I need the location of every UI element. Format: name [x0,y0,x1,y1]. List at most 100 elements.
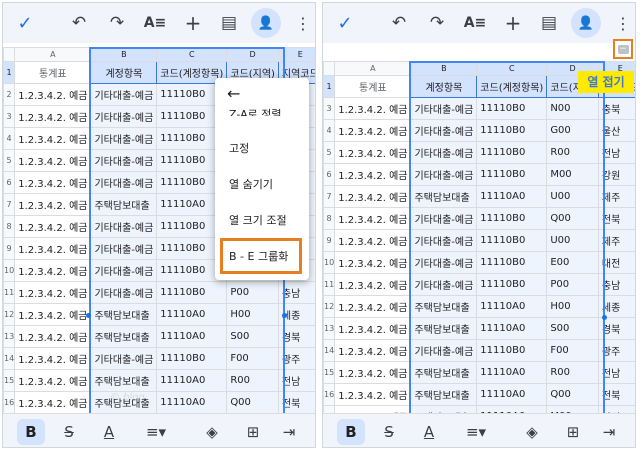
cell-c[interactable]: 11110B0 [476,141,548,164]
bold-icon[interactable]: B [17,419,45,445]
exit-column-icon[interactable]: ⇥ [599,422,619,442]
cell-e[interactable]: 전북 [277,391,315,413]
row-number[interactable]: 16 [323,383,336,406]
cell-c[interactable]: 11110B0 [476,273,548,296]
redo-icon[interactable]: ↷ [105,11,129,35]
row-number[interactable]: 9 [323,229,336,252]
menu-item-freeze[interactable]: 고정 [229,140,249,156]
column-header-a[interactable]: A [14,47,92,62]
collapse-group-button[interactable]: − [613,39,633,59]
cell-e[interactable]: 충남 [277,281,315,304]
column-header-b[interactable]: B [90,47,158,62]
undo-icon[interactable]: ↶ [67,11,91,35]
cell-a[interactable]: 1.2.3.4.2. 예금 [334,207,412,230]
cell-a[interactable]: 1.2.3.4.2. 예금 [334,361,412,384]
cell-a[interactable]: 1.2.3.4.2. 예금 [14,259,92,282]
cell-d[interactable]: S00 [546,317,599,340]
header-cell[interactable]: 통계표 [334,75,412,98]
cell-a[interactable]: 1.2.3.4.2. 예금 [334,97,412,120]
cell-e[interactable]: 전남 [277,369,315,392]
cell-a[interactable]: 1.2.3.4.2. 예금 [14,171,92,194]
cell-a[interactable]: 1.2.3.4.2. 예금 [14,325,92,348]
cell-a[interactable]: 1.2.3.4.2. 예금 [334,141,412,164]
row-number[interactable]: 14 [323,339,336,362]
selection-handle[interactable] [282,313,287,318]
cell-a[interactable]: 1.2.3.4.2. 예금 [334,383,412,406]
insert-plus-icon[interactable]: + [181,11,205,35]
row-number[interactable]: 9 [3,237,16,260]
cell-b[interactable]: 기타대출-예금 [90,281,158,304]
cell-d[interactable]: U00 [546,185,599,208]
row-number[interactable]: 4 [323,119,336,142]
row-number[interactable]: 10 [323,251,336,274]
back-arrow-icon[interactable]: ← [227,84,240,103]
cell-a[interactable]: 1.2.3.4.2. 예금 [334,405,412,413]
cell-b[interactable]: 기타대출-예금 [90,83,158,106]
cell-b[interactable]: 기타대출-예금 [90,105,158,128]
cell-c[interactable]: 11110A0 [476,405,548,413]
cell-a[interactable]: 1.2.3.4.2. 예금 [334,273,412,296]
cell-b[interactable]: 기타대출-예금 [410,207,478,230]
text-format-icon[interactable]: A≡ [463,11,487,35]
undo-icon[interactable]: ↶ [387,11,411,35]
cell-a[interactable]: 1.2.3.4.2. 예금 [14,347,92,370]
fill-color-icon[interactable]: ◈ [201,422,223,442]
cell-d[interactable]: P00 [546,273,599,296]
column-header-d[interactable]: D [226,47,279,62]
cell-a[interactable]: 1.2.3.4.2. 예금 [334,185,412,208]
row-number[interactable]: 12 [323,295,336,318]
cell-e[interactable]: 전남 [597,361,635,384]
cell-b[interactable]: 주택담보대출 [410,405,478,413]
cell-d[interactable]: R00 [546,141,599,164]
cell-d[interactable]: H00 [226,303,279,326]
row-number[interactable]: 16 [3,391,16,413]
cell-e[interactable]: 전북 [597,383,635,406]
row-number[interactable]: 1 [3,61,16,84]
cell-e[interactable]: 경북 [277,325,315,348]
fill-color-icon[interactable]: ◈ [521,422,543,442]
row-number[interactable]: 10 [3,259,16,282]
row-number[interactable]: 6 [323,163,336,186]
cell-c[interactable]: 11110B0 [156,347,228,370]
row-number[interactable]: 11 [323,273,336,296]
row-number[interactable]: 15 [3,369,16,392]
align-icon[interactable]: ≡▾ [143,422,169,442]
cell-d[interactable]: R00 [546,361,599,384]
row-number[interactable]: 5 [323,141,336,164]
check-icon[interactable]: ✓ [333,11,357,35]
column-header-e[interactable]: E [277,47,315,62]
cell-c[interactable]: 11110B0 [476,207,548,230]
menu-item-resize-column[interactable]: 열 크기 조절 [229,212,287,228]
insert-column-icon[interactable]: ⊞ [563,422,583,442]
text-format-icon[interactable]: A≡ [143,11,167,35]
cell-c[interactable]: 11110A0 [476,383,548,406]
cell-d[interactable]: S00 [226,325,279,348]
cell-c[interactable]: 11110A0 [476,295,548,318]
cell-d[interactable]: N00 [546,97,599,120]
cell-b[interactable]: 기타대출-예금 [410,251,478,274]
cell-b[interactable]: 기타대출-예금 [410,229,478,252]
cell-b[interactable]: 주택담보대출 [410,383,478,406]
cell-c[interactable]: 11110B0 [476,163,548,186]
cell-c[interactable]: 11110B0 [476,339,548,362]
row-number[interactable]: 2 [3,83,16,106]
header-cell[interactable]: 계정항목 [90,61,158,84]
cell-b[interactable]: 주택담보대출 [410,317,478,340]
cell-c[interactable]: 11110B0 [476,251,548,274]
cell-a[interactable]: 1.2.3.4.2. 예금 [334,251,412,274]
cell-a[interactable]: 1.2.3.4.2. 예금 [334,339,412,362]
column-header-c[interactable]: C [476,61,548,76]
cell-a[interactable]: 1.2.3.4.2. 예금 [14,237,92,260]
header-cell[interactable]: 코드(계정항목) [476,75,548,98]
cell-a[interactable]: 1.2.3.4.2. 예금 [334,229,412,252]
row-number[interactable]: 6 [3,171,16,194]
cell-a[interactable]: 1.2.3.4.2. 예금 [14,149,92,172]
cell-a[interactable]: 1.2.3.4.2. 예금 [14,127,92,150]
cell-b[interactable]: 주택담보대출 [90,303,158,326]
text-color-icon[interactable]: A [99,422,119,442]
menu-item-sort-za[interactable]: Z-A로 정렬 [229,106,281,116]
cell-e[interactable]: 제주 [597,229,635,252]
cell-c[interactable]: 11110A0 [476,185,548,208]
cell-e[interactable]: 경북 [597,317,635,340]
row-number[interactable]: 1 [323,75,336,98]
